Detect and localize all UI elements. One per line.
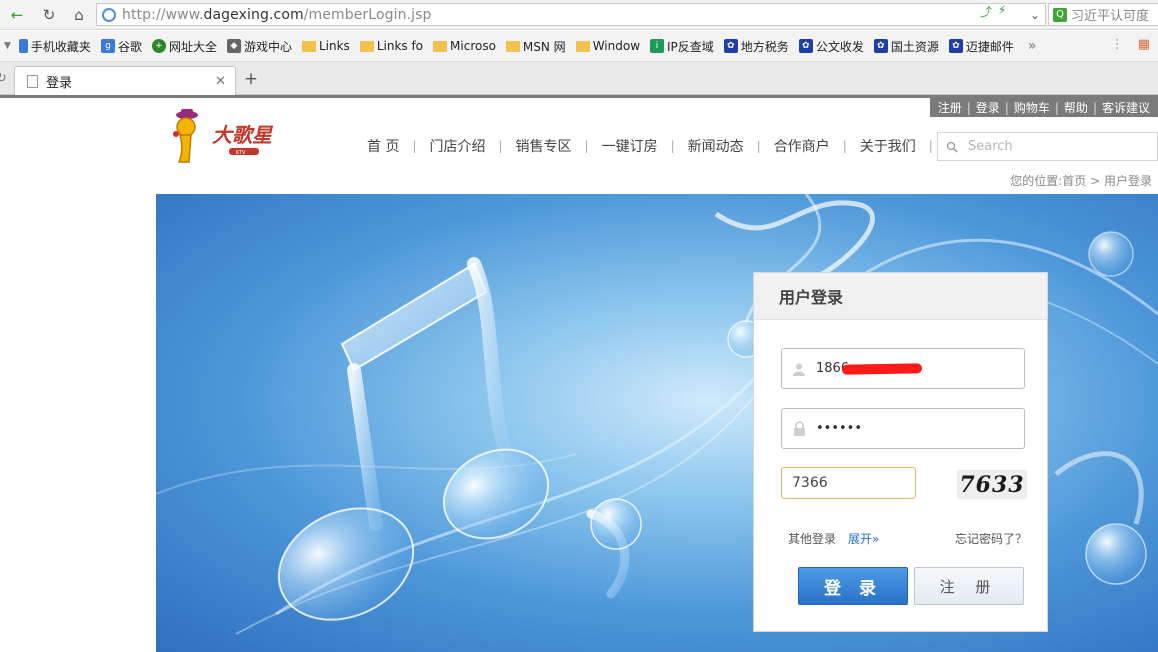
close-icon[interactable]: ✕ bbox=[215, 74, 235, 89]
nav-sales[interactable]: 销售专区 bbox=[503, 136, 585, 156]
reload-icon[interactable]: ↻ bbox=[38, 4, 60, 26]
web-directory-icon: + bbox=[151, 39, 166, 53]
nav-home[interactable]: 首 页 bbox=[354, 136, 412, 156]
browser-search-text: 习近平认可度 bbox=[1071, 9, 1150, 24]
globe-icon bbox=[102, 7, 116, 22]
home-icon[interactable]: ⌂ bbox=[68, 4, 90, 26]
bookmark-item[interactable]: g 谷歌 bbox=[100, 38, 142, 55]
username-field[interactable] bbox=[781, 348, 1025, 389]
tab-title: 登录 bbox=[46, 75, 73, 91]
bookmarks-bar: ▼ 手机收藏夹 g 谷歌 + 网址大全 ◆ 游戏中心 Links Links fo M… bbox=[0, 31, 1158, 62]
lock-icon bbox=[782, 421, 816, 436]
login-button[interactable]: 登 录 bbox=[798, 567, 908, 605]
forgot-password-link[interactable]: 忘记密码了？ bbox=[955, 530, 1027, 547]
bookmark-item[interactable]: Links fo bbox=[359, 39, 423, 53]
main-nav: 首 页 | 门店介绍 | 销售专区 | 一键订房 | 新闻动态 | 合作商户 | 关于我们 | bbox=[354, 136, 933, 156]
site-logo[interactable]: 大歌星 KTV bbox=[170, 108, 282, 168]
site-search bbox=[937, 132, 1158, 161]
url-text: http://www.dagexing.com/memberLogin.jsp bbox=[122, 6, 432, 23]
share-icon[interactable]: ⤴ bbox=[980, 3, 992, 20]
svg-text:大歌星: 大歌星 bbox=[212, 123, 274, 147]
bookmark-item[interactable]: ✿ 国土资源 bbox=[873, 38, 939, 55]
folder-icon bbox=[433, 40, 448, 52]
apps-grid-icon[interactable]: ▦ bbox=[1138, 37, 1150, 52]
top-links: 注册 | 登录 | 购物车 | 帮助 | 客诉建议 bbox=[929, 98, 1158, 117]
new-tab-icon[interactable]: + bbox=[241, 69, 261, 89]
folder-icon bbox=[301, 40, 316, 52]
redaction-mark bbox=[841, 363, 923, 375]
tab-scroll-icon[interactable]: ↻ bbox=[0, 71, 7, 86]
other-login-label: 其他登录 bbox=[788, 532, 837, 546]
search-engine-icon: Q bbox=[1053, 7, 1067, 22]
nav-about[interactable]: 关于我们 bbox=[847, 136, 929, 156]
paw-icon: ✿ bbox=[873, 39, 888, 53]
lightning-icon[interactable]: ⚡ bbox=[998, 3, 1006, 20]
bookmark-item[interactable]: i IP反查域 bbox=[650, 38, 714, 55]
nav-news[interactable]: 新闻动态 bbox=[675, 136, 757, 156]
paw-icon: ✿ bbox=[948, 39, 963, 53]
password-input[interactable] bbox=[816, 421, 996, 436]
bookmark-item[interactable]: + 网址大全 bbox=[151, 38, 217, 55]
breadcrumb: 您的位置:首页 > 用户登录 bbox=[1010, 174, 1152, 188]
nav-booking[interactable]: 一键订房 bbox=[589, 136, 671, 156]
help-link[interactable]: 帮助 bbox=[1064, 99, 1088, 116]
menu-dots-icon[interactable]: ⋮ bbox=[1111, 37, 1124, 52]
folder-icon bbox=[575, 40, 590, 52]
bookmark-item[interactable]: Window bbox=[575, 39, 640, 53]
folder-icon bbox=[505, 40, 520, 52]
svg-text:KTV: KTV bbox=[236, 150, 246, 156]
paw-icon: ✿ bbox=[798, 39, 813, 53]
tab-strip: ↻ 登录 ✕ + bbox=[0, 62, 1158, 95]
captcha-image[interactable]: 7633 bbox=[957, 470, 1027, 499]
bookmark-item[interactable]: 手机收藏夹 bbox=[18, 38, 91, 55]
password-field[interactable] bbox=[781, 408, 1025, 449]
register-button[interactable]: 注 册 bbox=[914, 567, 1024, 605]
bookmark-item[interactable]: MSN 网 bbox=[505, 38, 566, 55]
expand-link[interactable]: 展开» bbox=[848, 530, 879, 547]
phone-icon bbox=[18, 39, 28, 53]
bookmark-item[interactable]: ◆ 游戏中心 bbox=[226, 38, 292, 55]
tab-login[interactable]: 登录 ✕ bbox=[14, 66, 236, 95]
bookmark-item[interactable]: Links bbox=[301, 39, 350, 53]
register-link[interactable]: 注册 bbox=[938, 99, 962, 116]
bookmark-item[interactable]: ✿ 迈捷邮件 bbox=[948, 38, 1014, 55]
user-icon bbox=[782, 362, 816, 376]
url-field[interactable]: http://www.dagexing.com/memberLogin.jsp bbox=[96, 3, 1046, 26]
google-icon: g bbox=[100, 39, 115, 53]
paw-icon: ✿ bbox=[723, 39, 738, 53]
nav-partners[interactable]: 合作商户 bbox=[761, 136, 843, 156]
gamepad-icon: ◆ bbox=[226, 39, 241, 53]
ip-lookup-icon: i bbox=[650, 39, 665, 53]
caret-down-icon[interactable]: ▼ bbox=[4, 41, 11, 51]
bookmark-item[interactable]: Microso bbox=[433, 39, 496, 53]
address-bar: ← ↻ ⌂ http://www.dagexing.com/memberLogi… bbox=[0, 0, 1158, 30]
folder-icon bbox=[359, 40, 374, 52]
login-panel: 用户登录 7633 其他登录 展开» 忘记密码了？ 登 录 注 册 bbox=[753, 272, 1048, 632]
site-search-input[interactable] bbox=[968, 139, 1148, 154]
logo-mascot-icon: 大歌星 KTV bbox=[173, 109, 274, 163]
captcha-field[interactable] bbox=[781, 467, 916, 499]
bookmark-item[interactable]: ✿ 公文收发 bbox=[798, 38, 864, 55]
cart-link[interactable]: 购物车 bbox=[1014, 99, 1050, 116]
captcha-input[interactable] bbox=[792, 475, 902, 491]
login-link[interactable]: 登录 bbox=[976, 99, 1000, 116]
more-bookmarks-icon[interactable]: » bbox=[1028, 38, 1037, 54]
search-icon bbox=[946, 141, 958, 153]
back-icon[interactable]: ← bbox=[6, 4, 28, 26]
bookmark-item[interactable]: ✿ 地方税务 bbox=[723, 38, 789, 55]
feedback-link[interactable]: 客诉建议 bbox=[1102, 99, 1150, 116]
page-icon bbox=[27, 74, 38, 88]
chevron-down-icon[interactable]: ⌄ bbox=[1024, 3, 1046, 26]
browser-search-box[interactable]: Q 习近平认可度 bbox=[1048, 3, 1158, 26]
login-title: 用户登录 bbox=[754, 273, 1047, 320]
web-page: 注册 | 登录 | 购物车 | 帮助 | 客诉建议 大歌星 KTV 首 页 | 门店介绍 |… bbox=[0, 98, 1158, 652]
nav-stores[interactable]: 门店介绍 bbox=[417, 136, 499, 156]
